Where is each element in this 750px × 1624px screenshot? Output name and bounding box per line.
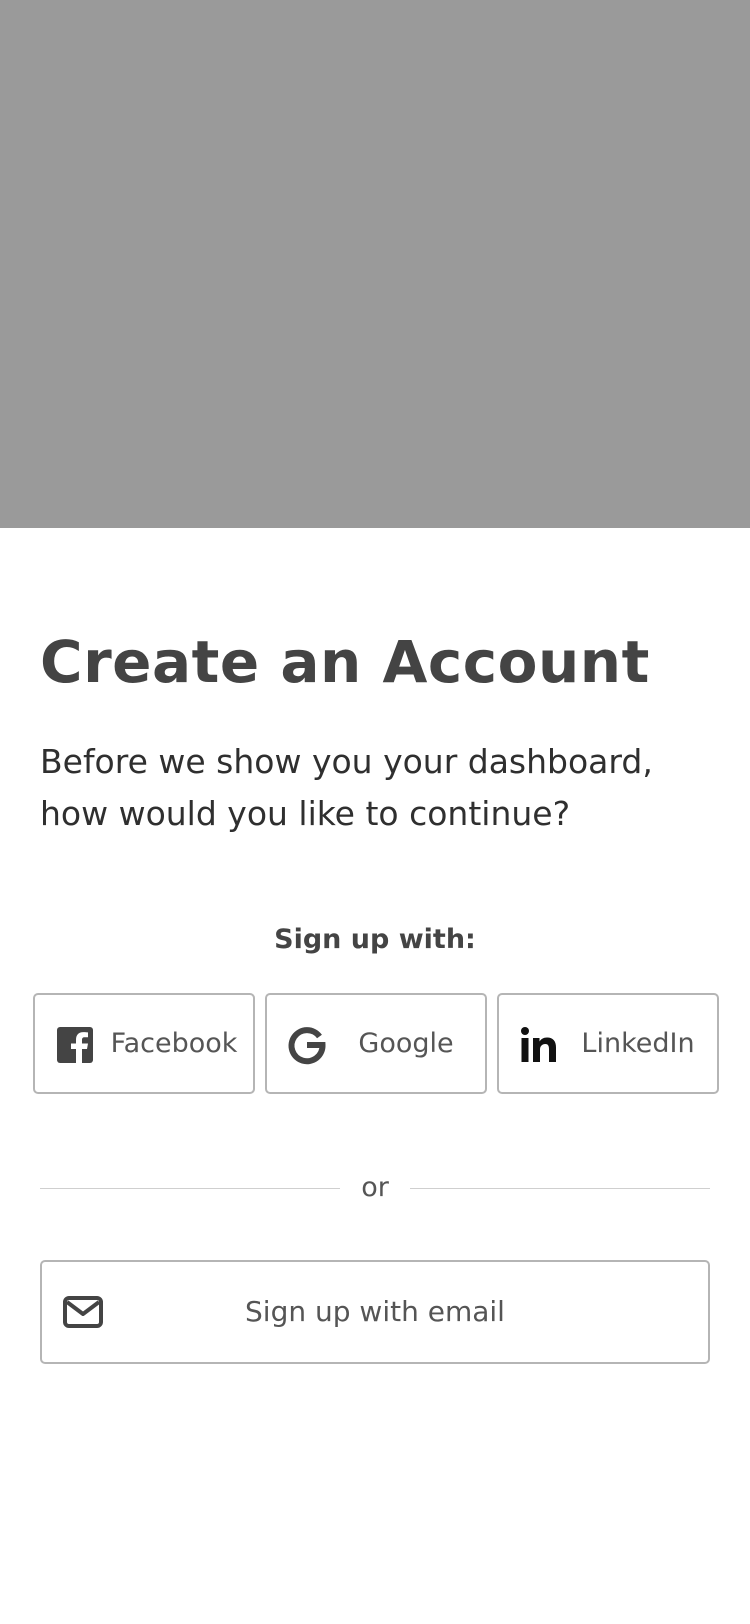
sign-up-with-heading: Sign up with: [274, 924, 476, 955]
divider-line-left [40, 1188, 340, 1189]
google-icon [288, 1027, 326, 1065]
email-button-label: Sign up with email [245, 1295, 505, 1328]
page-title: Create an Account [40, 628, 650, 696]
facebook-button-label: Facebook [110, 1028, 238, 1059]
page-subtitle: Before we show you your dashboard, how w… [40, 736, 720, 840]
facebook-signup-button[interactable]: Facebook [33, 993, 255, 1094]
subtitle-line-2: how would you like to continue? [40, 794, 571, 833]
google-signup-button[interactable]: Google [265, 993, 487, 1094]
linkedin-icon [521, 1027, 556, 1062]
facebook-icon [57, 1027, 93, 1063]
linkedin-button-label: LinkedIn [581, 1028, 695, 1059]
email-signup-button[interactable]: Sign up with email [40, 1260, 710, 1364]
hero-image-placeholder [0, 0, 750, 528]
google-button-label: Google [358, 1028, 454, 1059]
linkedin-signup-button[interactable]: LinkedIn [497, 993, 719, 1094]
subtitle-line-1: Before we show you your dashboard, [40, 742, 653, 781]
divider-line-right [410, 1188, 710, 1189]
divider-or-text: or [361, 1172, 389, 1203]
